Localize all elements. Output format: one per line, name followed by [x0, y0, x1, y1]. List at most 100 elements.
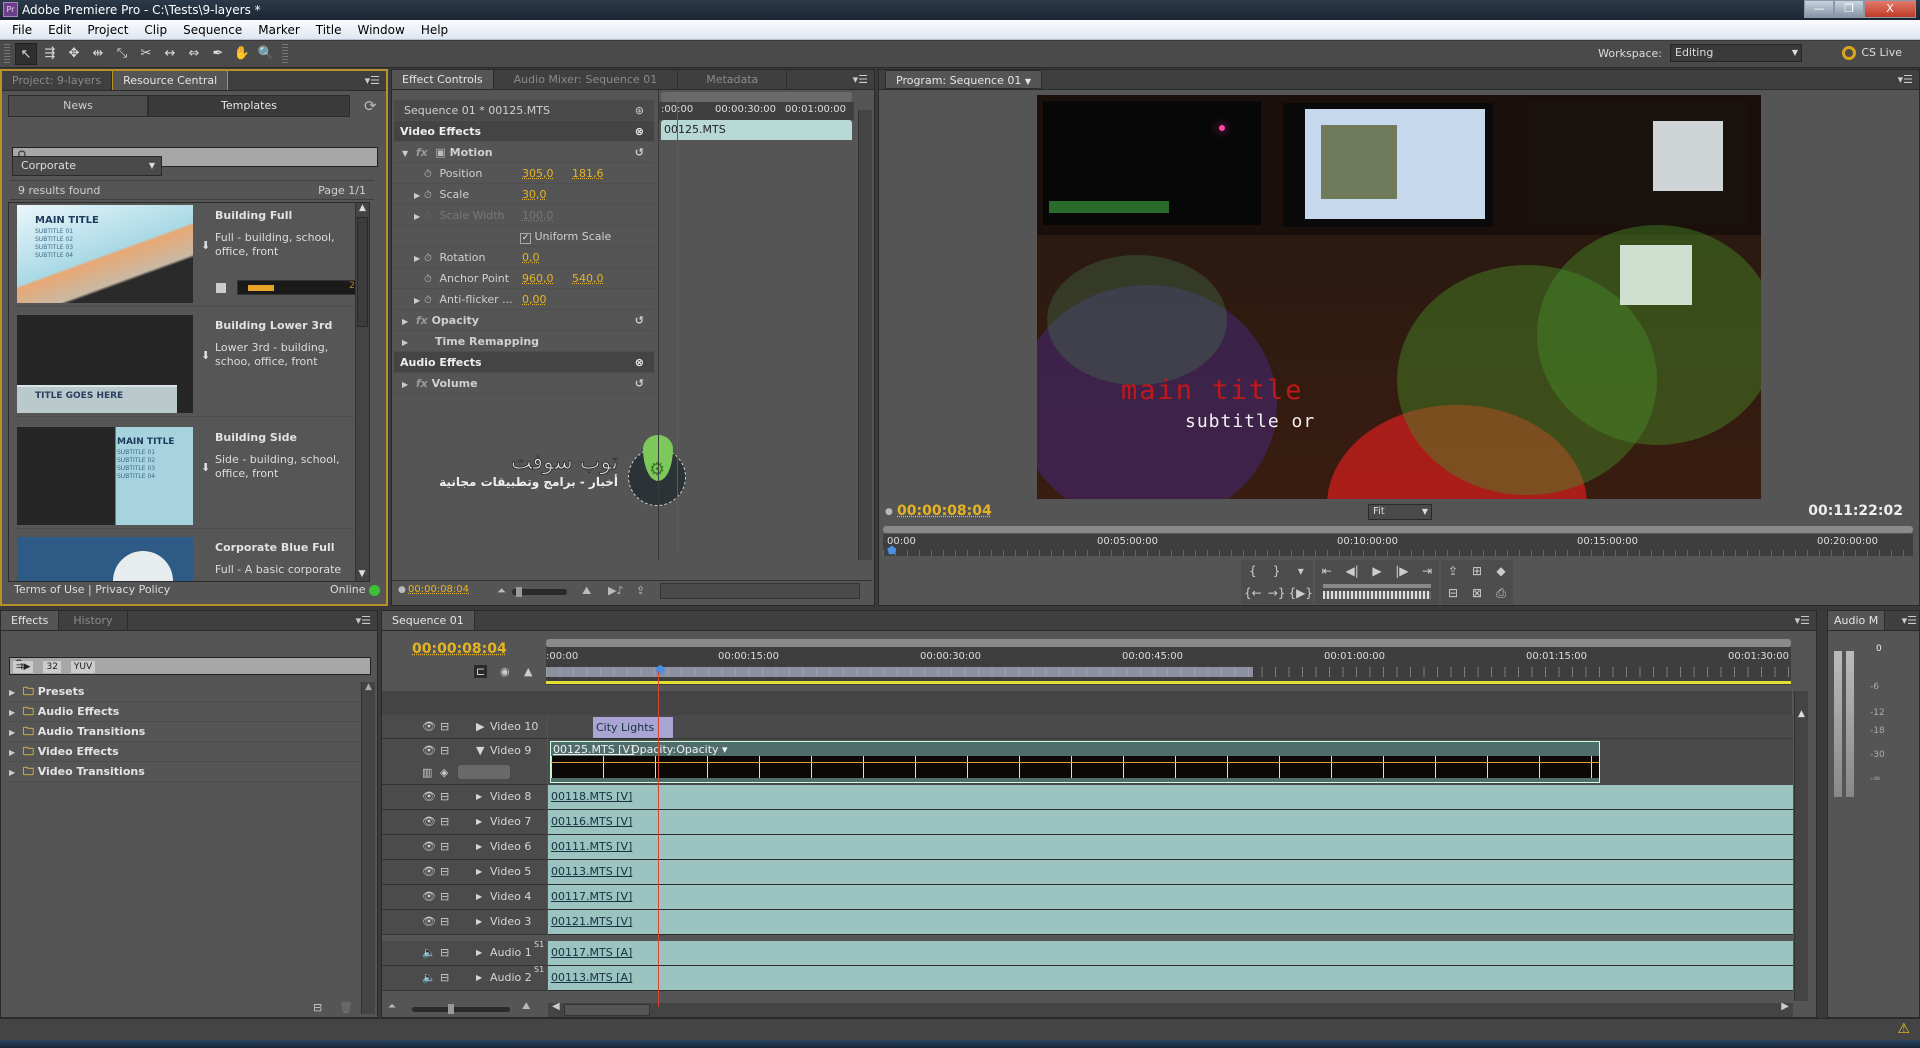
zoom-in-icon[interactable]: ⛰ [522, 1001, 530, 1012]
anti-flicker-value[interactable]: 0,00 [522, 289, 547, 310]
speaker-icon[interactable]: 🔈 [422, 966, 436, 990]
template-item[interactable]: MAIN TITLE SUBTITLE 01 SUBTITLE 02 SUBTITL… [15, 203, 369, 307]
anchor-y-value[interactable]: 540,0 [572, 268, 604, 289]
speaker-icon[interactable]: 🔈 [422, 941, 436, 965]
tab-sequence-01[interactable]: Sequence 01 [382, 611, 475, 630]
expand-right-icon[interactable]: ▶ [476, 860, 482, 884]
program-video-frame[interactable]: main title subtitle or [1037, 95, 1761, 499]
collapse-icon[interactable]: ⊗ [635, 352, 644, 373]
display-style-icon[interactable]: ▥ [422, 761, 432, 785]
hand-tool-icon[interactable]: ✋ [231, 43, 253, 65]
privacy-policy-link[interactable]: Privacy Policy [95, 583, 170, 596]
anchor-x-value[interactable]: 960,0 [522, 268, 554, 289]
zoom-out-icon[interactable]: ⏶ [388, 1001, 396, 1012]
effects-scrollbar[interactable]: ▲ [361, 682, 375, 1014]
menu-window[interactable]: Window [349, 23, 412, 37]
lock-icon[interactable]: ⊟ [440, 835, 449, 859]
expand-right-icon[interactable]: ▶ [402, 374, 412, 395]
zoom-in-icon[interactable]: ⛰ [582, 584, 591, 598]
menu-edit[interactable]: Edit [40, 23, 79, 37]
new-bin-icon[interactable]: ⊟ [313, 1001, 322, 1014]
download-icon[interactable]: ⬇ [201, 239, 210, 252]
set-marker-icon[interactable]: ▾ [1289, 560, 1314, 582]
expand-right-icon[interactable]: ▶ [9, 763, 19, 783]
eye-icon[interactable]: 👁 [422, 810, 436, 834]
expand-right-icon[interactable]: ▶ [402, 332, 412, 353]
show-hide-timeline-icon[interactable]: ⊛ [635, 100, 644, 121]
mark-in-icon[interactable]: { [1241, 560, 1265, 582]
lock-icon[interactable]: ⊟ [440, 715, 449, 739]
rolling-edit-tool-icon[interactable]: ⇹ [87, 43, 109, 65]
go-to-previous-edit-icon[interactable]: ⇤ [1322, 560, 1332, 582]
safe-margins-icon[interactable]: ⊞ [1465, 560, 1489, 582]
panel-menu-icon[interactable]: ▾☰ [1902, 614, 1917, 627]
timeline-clip[interactable]: 00121.MTS [V] [548, 910, 1793, 935]
accelerated-effects-toggle[interactable]: ⇉▶ [13, 661, 34, 673]
template-list-scrollbar[interactable]: ▲ ▼ [355, 203, 369, 581]
eye-icon[interactable]: 👁 [422, 715, 436, 739]
warning-icon[interactable]: ⚠ [1897, 1021, 1910, 1037]
folder-presets[interactable]: ▶ 🗀 Presets [5, 682, 361, 702]
close-button[interactable]: X [1864, 0, 1916, 18]
scroll-left-icon[interactable]: ◀ [552, 1001, 560, 1012]
eye-icon[interactable]: 👁 [422, 885, 436, 909]
timeline-playhead[interactable] [658, 671, 659, 1007]
cs-live-button[interactable]: CS Live [1842, 46, 1902, 60]
eye-icon[interactable]: 👁 [422, 835, 436, 859]
expand-right-icon[interactable]: ▶ [9, 743, 19, 763]
slide-tool-icon[interactable]: ⇔ [183, 43, 205, 65]
cancel-download-icon[interactable] [216, 283, 226, 293]
video9-effect-dropdown[interactable]: Opacity:Opacity ▾ [631, 743, 728, 756]
stopwatch-icon[interactable]: ⏱ [424, 290, 436, 311]
stopwatch-icon[interactable]: ⏱ [424, 248, 436, 269]
reset-icon[interactable]: ↺ [635, 142, 644, 163]
ec-playhead[interactable] [677, 102, 678, 552]
tab-effect-controls[interactable]: Effect Controls [392, 70, 494, 89]
yuv-effects-toggle[interactable]: YUV [70, 661, 96, 673]
template-item[interactable]: Corporate Blue Full Full - A basic corpo… [15, 535, 369, 581]
panel-menu-icon[interactable]: ▾☰ [1898, 73, 1913, 86]
lock-icon[interactable]: ⊟ [440, 910, 449, 934]
panel-menu-icon[interactable]: ▾☰ [1795, 614, 1810, 627]
fx-icon[interactable]: fx [416, 377, 428, 390]
trim-icon[interactable]: ⊠ [1465, 582, 1489, 604]
position-x-value[interactable]: 305,0 [522, 163, 554, 184]
timeline-zoom-bar[interactable] [661, 92, 852, 102]
keyframe-navigator[interactable] [458, 765, 510, 779]
expand-right-icon[interactable]: ▶ [414, 185, 424, 206]
eye-icon[interactable]: 👁 [422, 910, 436, 934]
panel-menu-icon[interactable]: ▾☰ [365, 74, 380, 87]
program-time-ruler[interactable]: 00:00 00:05:00:00 00:10:00:00 00:15:00:0… [883, 534, 1913, 557]
menu-marker[interactable]: Marker [250, 23, 307, 37]
uniform-scale-checkbox[interactable]: ✓ [520, 233, 531, 244]
selection-tool-icon[interactable]: ↖ [15, 43, 37, 65]
minimize-button[interactable]: — [1804, 0, 1834, 18]
zoom-fit-dropdown[interactable]: Fit ▼ [1368, 504, 1432, 520]
expand-down-icon[interactable]: ▼ [402, 143, 412, 164]
timeline-ruler[interactable]: :00:00 00:00:15:00 00:00:30:00 00:00:45:… [546, 647, 1791, 685]
template-item[interactable]: MAIN TITLE SUBTITLE 01 SUBTITLE 02 SUBTITL… [15, 425, 369, 529]
ec-scrollbar[interactable] [858, 110, 872, 560]
tab-program-sequence[interactable]: Program: Sequence 01 ▼ [885, 70, 1043, 89]
folder-video-effects[interactable]: ▶ 🗀 Video Effects [5, 742, 361, 762]
menu-file[interactable]: File [4, 23, 40, 37]
timeline-v-scrollbar[interactable]: ▲ [1794, 691, 1808, 1001]
scroll-thumb[interactable] [357, 217, 368, 327]
motion-effect-row[interactable]: ▼ fx ▣ Motion ↺ [394, 142, 654, 163]
timeline-clip[interactable]: 00117.MTS [A] [548, 941, 1793, 966]
time-remapping-row[interactable]: ▶ Time Remapping [394, 331, 654, 352]
tab-resource-central[interactable]: Resource Central [112, 71, 229, 90]
program-current-timecode[interactable]: 00:00:08:04 [897, 503, 992, 519]
playhead-icon[interactable]: ⬟ [887, 544, 897, 557]
tab-audio-meters[interactable]: Audio M [1828, 611, 1886, 630]
step-forward-icon[interactable]: |▶ [1395, 560, 1408, 582]
snap-toggle-icon[interactable]: ⊏ [474, 665, 488, 678]
timeline-clip[interactable]: 00113.MTS [A] [548, 966, 1793, 991]
delete-icon[interactable]: 🗑 [339, 1001, 353, 1014]
menu-help[interactable]: Help [413, 23, 456, 37]
expand-right-icon[interactable]: ▶ [476, 810, 482, 834]
timeline-timecode[interactable]: 00:00:08:04 [412, 641, 507, 657]
timeline-zoom-slider[interactable] [412, 1004, 510, 1014]
pen-tool-icon[interactable]: ✒ [207, 43, 229, 65]
collapse-icon[interactable]: ⊗ [635, 121, 644, 142]
